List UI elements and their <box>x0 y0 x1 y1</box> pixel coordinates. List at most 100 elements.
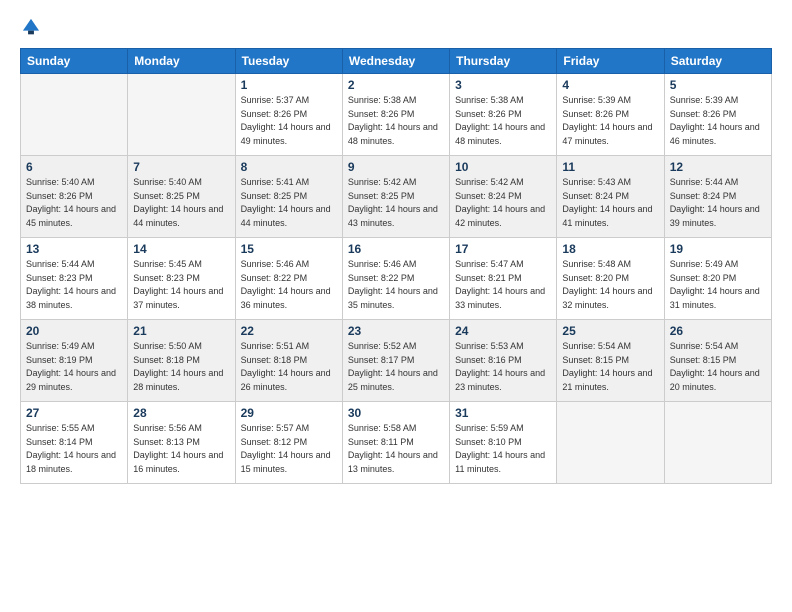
calendar-cell <box>128 74 235 156</box>
day-number: 19 <box>670 242 766 256</box>
day-number: 1 <box>241 78 337 92</box>
calendar-cell: 1 Sunrise: 5:37 AMSunset: 8:26 PMDaylight… <box>235 74 342 156</box>
day-info: Sunrise: 5:41 AMSunset: 8:25 PMDaylight:… <box>241 176 337 230</box>
day-number: 22 <box>241 324 337 338</box>
calendar-cell <box>557 402 664 484</box>
logo <box>20 16 44 38</box>
day-number: 17 <box>455 242 551 256</box>
day-number: 9 <box>348 160 444 174</box>
day-number: 5 <box>670 78 766 92</box>
calendar-cell: 15 Sunrise: 5:46 AMSunset: 8:22 PMDayligh… <box>235 238 342 320</box>
logo-icon <box>20 16 42 38</box>
calendar-header-row: SundayMondayTuesdayWednesdayThursdayFrid… <box>21 49 772 74</box>
calendar-week-row: 27 Sunrise: 5:55 AMSunset: 8:14 PMDayligh… <box>21 402 772 484</box>
day-number: 16 <box>348 242 444 256</box>
page: SundayMondayTuesdayWednesdayThursdayFrid… <box>0 0 792 612</box>
day-info: Sunrise: 5:39 AMSunset: 8:26 PMDaylight:… <box>670 94 766 148</box>
day-number: 15 <box>241 242 337 256</box>
day-number: 27 <box>26 406 122 420</box>
calendar-week-row: 20 Sunrise: 5:49 AMSunset: 8:19 PMDayligh… <box>21 320 772 402</box>
calendar-cell: 24 Sunrise: 5:53 AMSunset: 8:16 PMDayligh… <box>450 320 557 402</box>
day-number: 30 <box>348 406 444 420</box>
day-info: Sunrise: 5:50 AMSunset: 8:18 PMDaylight:… <box>133 340 229 394</box>
calendar-cell: 12 Sunrise: 5:44 AMSunset: 8:24 PMDayligh… <box>664 156 771 238</box>
day-number: 2 <box>348 78 444 92</box>
day-info: Sunrise: 5:48 AMSunset: 8:20 PMDaylight:… <box>562 258 658 312</box>
day-number: 3 <box>455 78 551 92</box>
day-number: 23 <box>348 324 444 338</box>
calendar-cell: 9Sunrise: 5:42 AMSunset: 8:25 PMDaylight… <box>342 156 449 238</box>
calendar-cell: 2 Sunrise: 5:38 AMSunset: 8:26 PMDaylight… <box>342 74 449 156</box>
weekday-header-thursday: Thursday <box>450 49 557 74</box>
day-number: 25 <box>562 324 658 338</box>
calendar-cell: 30 Sunrise: 5:58 AMSunset: 8:11 PMDayligh… <box>342 402 449 484</box>
day-info: Sunrise: 5:42 AMSunset: 8:24 PMDaylight:… <box>455 176 551 230</box>
weekday-header-wednesday: Wednesday <box>342 49 449 74</box>
day-number: 24 <box>455 324 551 338</box>
day-info: Sunrise: 5:47 AMSunset: 8:21 PMDaylight:… <box>455 258 551 312</box>
calendar-cell: 13Sunrise: 5:44 AMSunset: 8:23 PMDayligh… <box>21 238 128 320</box>
calendar-cell: 31Sunrise: 5:59 AMSunset: 8:10 PMDayligh… <box>450 402 557 484</box>
calendar-cell <box>21 74 128 156</box>
day-number: 10 <box>455 160 551 174</box>
calendar-cell: 10 Sunrise: 5:42 AMSunset: 8:24 PMDayligh… <box>450 156 557 238</box>
calendar-cell: 27 Sunrise: 5:55 AMSunset: 8:14 PMDayligh… <box>21 402 128 484</box>
day-number: 29 <box>241 406 337 420</box>
calendar-week-row: 13Sunrise: 5:44 AMSunset: 8:23 PMDayligh… <box>21 238 772 320</box>
calendar-cell: 26 Sunrise: 5:54 AMSunset: 8:15 PMDayligh… <box>664 320 771 402</box>
calendar-cell: 29 Sunrise: 5:57 AMSunset: 8:12 PMDayligh… <box>235 402 342 484</box>
day-number: 18 <box>562 242 658 256</box>
day-number: 14 <box>133 242 229 256</box>
day-number: 6 <box>26 160 122 174</box>
day-info: Sunrise: 5:49 AMSunset: 8:20 PMDaylight:… <box>670 258 766 312</box>
calendar-cell: 8Sunrise: 5:41 AMSunset: 8:25 PMDaylight… <box>235 156 342 238</box>
day-number: 13 <box>26 242 122 256</box>
weekday-header-saturday: Saturday <box>664 49 771 74</box>
day-info: Sunrise: 5:40 AMSunset: 8:25 PMDaylight:… <box>133 176 229 230</box>
day-number: 20 <box>26 324 122 338</box>
weekday-header-tuesday: Tuesday <box>235 49 342 74</box>
calendar-cell: 18 Sunrise: 5:48 AMSunset: 8:20 PMDayligh… <box>557 238 664 320</box>
day-info: Sunrise: 5:39 AMSunset: 8:26 PMDaylight:… <box>562 94 658 148</box>
day-info: Sunrise: 5:44 AMSunset: 8:24 PMDaylight:… <box>670 176 766 230</box>
calendar-table: SundayMondayTuesdayWednesdayThursdayFrid… <box>20 48 772 484</box>
day-info: Sunrise: 5:38 AMSunset: 8:26 PMDaylight:… <box>455 94 551 148</box>
day-info: Sunrise: 5:57 AMSunset: 8:12 PMDaylight:… <box>241 422 337 476</box>
calendar-cell: 7 Sunrise: 5:40 AMSunset: 8:25 PMDaylight… <box>128 156 235 238</box>
day-info: Sunrise: 5:51 AMSunset: 8:18 PMDaylight:… <box>241 340 337 394</box>
day-info: Sunrise: 5:45 AMSunset: 8:23 PMDaylight:… <box>133 258 229 312</box>
day-info: Sunrise: 5:43 AMSunset: 8:24 PMDaylight:… <box>562 176 658 230</box>
day-info: Sunrise: 5:46 AMSunset: 8:22 PMDaylight:… <box>348 258 444 312</box>
day-number: 26 <box>670 324 766 338</box>
day-number: 28 <box>133 406 229 420</box>
day-info: Sunrise: 5:55 AMSunset: 8:14 PMDaylight:… <box>26 422 122 476</box>
calendar-cell: 19 Sunrise: 5:49 AMSunset: 8:20 PMDayligh… <box>664 238 771 320</box>
day-info: Sunrise: 5:54 AMSunset: 8:15 PMDaylight:… <box>670 340 766 394</box>
day-info: Sunrise: 5:52 AMSunset: 8:17 PMDaylight:… <box>348 340 444 394</box>
calendar-cell <box>664 402 771 484</box>
day-number: 7 <box>133 160 229 174</box>
calendar-cell: 3 Sunrise: 5:38 AMSunset: 8:26 PMDaylight… <box>450 74 557 156</box>
calendar-cell: 11 Sunrise: 5:43 AMSunset: 8:24 PMDayligh… <box>557 156 664 238</box>
day-info: Sunrise: 5:38 AMSunset: 8:26 PMDaylight:… <box>348 94 444 148</box>
day-info: Sunrise: 5:40 AMSunset: 8:26 PMDaylight:… <box>26 176 122 230</box>
day-number: 31 <box>455 406 551 420</box>
day-number: 11 <box>562 160 658 174</box>
day-info: Sunrise: 5:54 AMSunset: 8:15 PMDaylight:… <box>562 340 658 394</box>
weekday-header-monday: Monday <box>128 49 235 74</box>
calendar-cell: 4Sunrise: 5:39 AMSunset: 8:26 PMDaylight… <box>557 74 664 156</box>
day-info: Sunrise: 5:46 AMSunset: 8:22 PMDaylight:… <box>241 258 337 312</box>
calendar-week-row: 6 Sunrise: 5:40 AMSunset: 8:26 PMDaylight… <box>21 156 772 238</box>
day-info: Sunrise: 5:49 AMSunset: 8:19 PMDaylight:… <box>26 340 122 394</box>
day-info: Sunrise: 5:37 AMSunset: 8:26 PMDaylight:… <box>241 94 337 148</box>
header <box>20 16 772 38</box>
calendar-cell: 16 Sunrise: 5:46 AMSunset: 8:22 PMDayligh… <box>342 238 449 320</box>
calendar-cell: 5 Sunrise: 5:39 AMSunset: 8:26 PMDaylight… <box>664 74 771 156</box>
calendar-cell: 28 Sunrise: 5:56 AMSunset: 8:13 PMDayligh… <box>128 402 235 484</box>
day-number: 12 <box>670 160 766 174</box>
day-info: Sunrise: 5:56 AMSunset: 8:13 PMDaylight:… <box>133 422 229 476</box>
weekday-header-sunday: Sunday <box>21 49 128 74</box>
calendar-cell: 14 Sunrise: 5:45 AMSunset: 8:23 PMDayligh… <box>128 238 235 320</box>
day-info: Sunrise: 5:58 AMSunset: 8:11 PMDaylight:… <box>348 422 444 476</box>
day-info: Sunrise: 5:53 AMSunset: 8:16 PMDaylight:… <box>455 340 551 394</box>
